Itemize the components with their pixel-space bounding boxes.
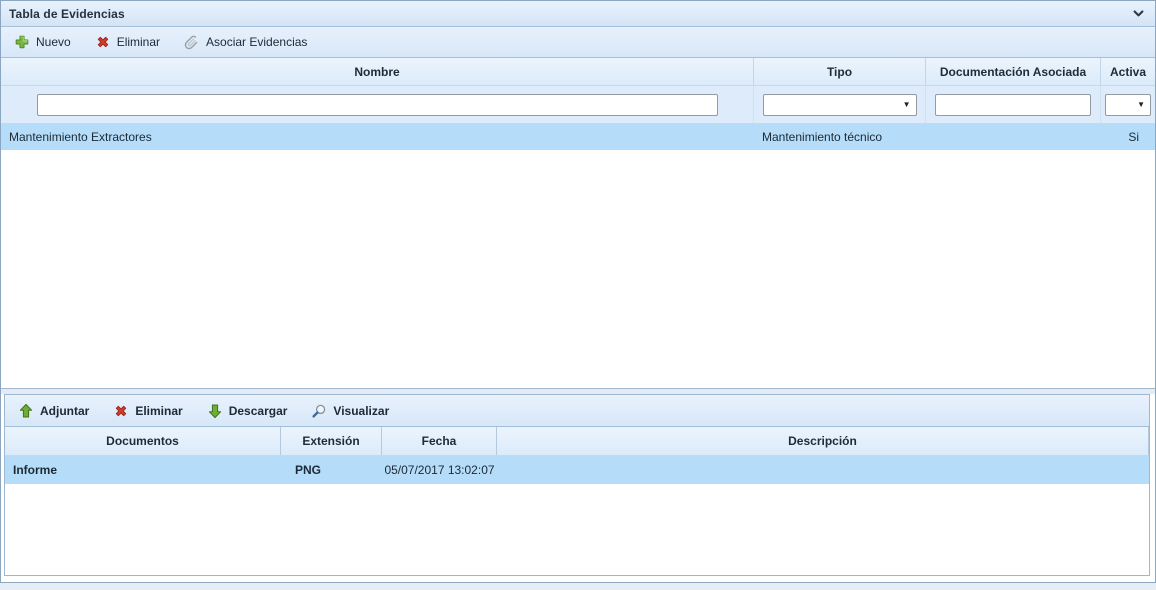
- document-fecha: 05/07/2017 13:02:07: [382, 456, 497, 484]
- column-header-activa[interactable]: Activa: [1101, 58, 1155, 85]
- column-header-descripcion[interactable]: Descripción: [497, 427, 1149, 455]
- paperclip-icon: [184, 34, 200, 50]
- filter-cell-tipo: ▼: [754, 86, 926, 123]
- documents-grid-header: Documentos Extensión Fecha Descripción: [5, 427, 1149, 456]
- document-extension: PNG: [281, 456, 382, 484]
- descargar-button[interactable]: Descargar: [200, 399, 295, 423]
- delete-icon: [95, 34, 111, 50]
- documentacion-filter-input[interactable]: [935, 94, 1091, 116]
- eliminar-button[interactable]: Eliminar: [88, 30, 167, 54]
- delete-icon: [113, 403, 129, 419]
- column-header-fecha[interactable]: Fecha: [382, 427, 497, 455]
- collapse-button[interactable]: [1129, 5, 1147, 23]
- panel-titlebar: Tabla de Evidencias: [1, 1, 1155, 27]
- document-row[interactable]: Informe PNG 05/07/2017 13:02:07: [5, 456, 1149, 484]
- evidence-documentacion: [926, 124, 1101, 150]
- nuevo-button[interactable]: Nuevo: [7, 30, 78, 54]
- evidences-panel: Tabla de Evidencias Nuevo Eliminar: [0, 0, 1156, 583]
- column-header-tipo[interactable]: Tipo: [754, 58, 926, 85]
- visualizar-button[interactable]: Visualizar: [304, 399, 396, 423]
- arrow-down-icon: [207, 403, 223, 419]
- tipo-filter-select[interactable]: ▼: [763, 94, 917, 116]
- chevron-down-icon: [1132, 7, 1145, 20]
- column-header-documentos[interactable]: Documentos: [5, 427, 281, 455]
- asociar-evidencias-label: Asociar Evidencias: [206, 35, 307, 49]
- filter-cell-activa: ▼: [1101, 86, 1155, 123]
- column-header-extension[interactable]: Extensión: [281, 427, 382, 455]
- evidences-grid-header: Nombre Tipo Documentación Asociada Activ…: [1, 58, 1155, 86]
- eliminar-documento-button[interactable]: Eliminar: [106, 399, 189, 423]
- plus-icon: [14, 34, 30, 50]
- magnifier-icon: [311, 403, 327, 419]
- adjuntar-button[interactable]: Adjuntar: [11, 399, 96, 423]
- evidence-row[interactable]: Mantenimiento Extractores Mantenimiento …: [1, 124, 1155, 150]
- filter-cell-documentacion: [926, 86, 1101, 123]
- column-header-nombre[interactable]: Nombre: [1, 58, 754, 85]
- adjuntar-label: Adjuntar: [40, 404, 89, 418]
- arrow-up-icon: [18, 403, 34, 419]
- activa-filter-select[interactable]: ▼: [1105, 94, 1151, 116]
- evidence-activa: Si: [1101, 124, 1155, 150]
- evidence-nombre: Mantenimiento Extractores: [1, 124, 754, 150]
- documents-grid-empty-area: [5, 484, 1149, 573]
- visualizar-label: Visualizar: [333, 404, 389, 418]
- eliminar-label: Eliminar: [117, 35, 160, 49]
- asociar-evidencias-button[interactable]: Asociar Evidencias: [177, 30, 314, 54]
- evidences-grid-empty-area: [1, 150, 1155, 389]
- filter-cell-nombre: [1, 86, 754, 123]
- column-header-documentacion[interactable]: Documentación Asociada: [926, 58, 1101, 85]
- document-descripcion: [497, 456, 1149, 484]
- descargar-label: Descargar: [229, 404, 288, 418]
- evidences-filter-row: ▼ ▼: [1, 86, 1155, 124]
- dropdown-arrow-icon: ▼: [898, 100, 916, 109]
- dropdown-arrow-icon: ▼: [1132, 100, 1150, 109]
- document-name: Informe: [5, 456, 281, 484]
- evidence-tipo: Mantenimiento técnico: [754, 124, 926, 150]
- documents-toolbar: Adjuntar Eliminar Descargar Visualiz: [5, 395, 1149, 427]
- documents-panel: Adjuntar Eliminar Descargar Visualiz: [4, 394, 1150, 576]
- nuevo-label: Nuevo: [36, 35, 71, 49]
- nombre-filter-input[interactable]: [37, 94, 718, 116]
- main-toolbar: Nuevo Eliminar Asociar Evidencias: [1, 27, 1155, 58]
- page-title: Tabla de Evidencias: [9, 7, 125, 21]
- eliminar-documento-label: Eliminar: [135, 404, 182, 418]
